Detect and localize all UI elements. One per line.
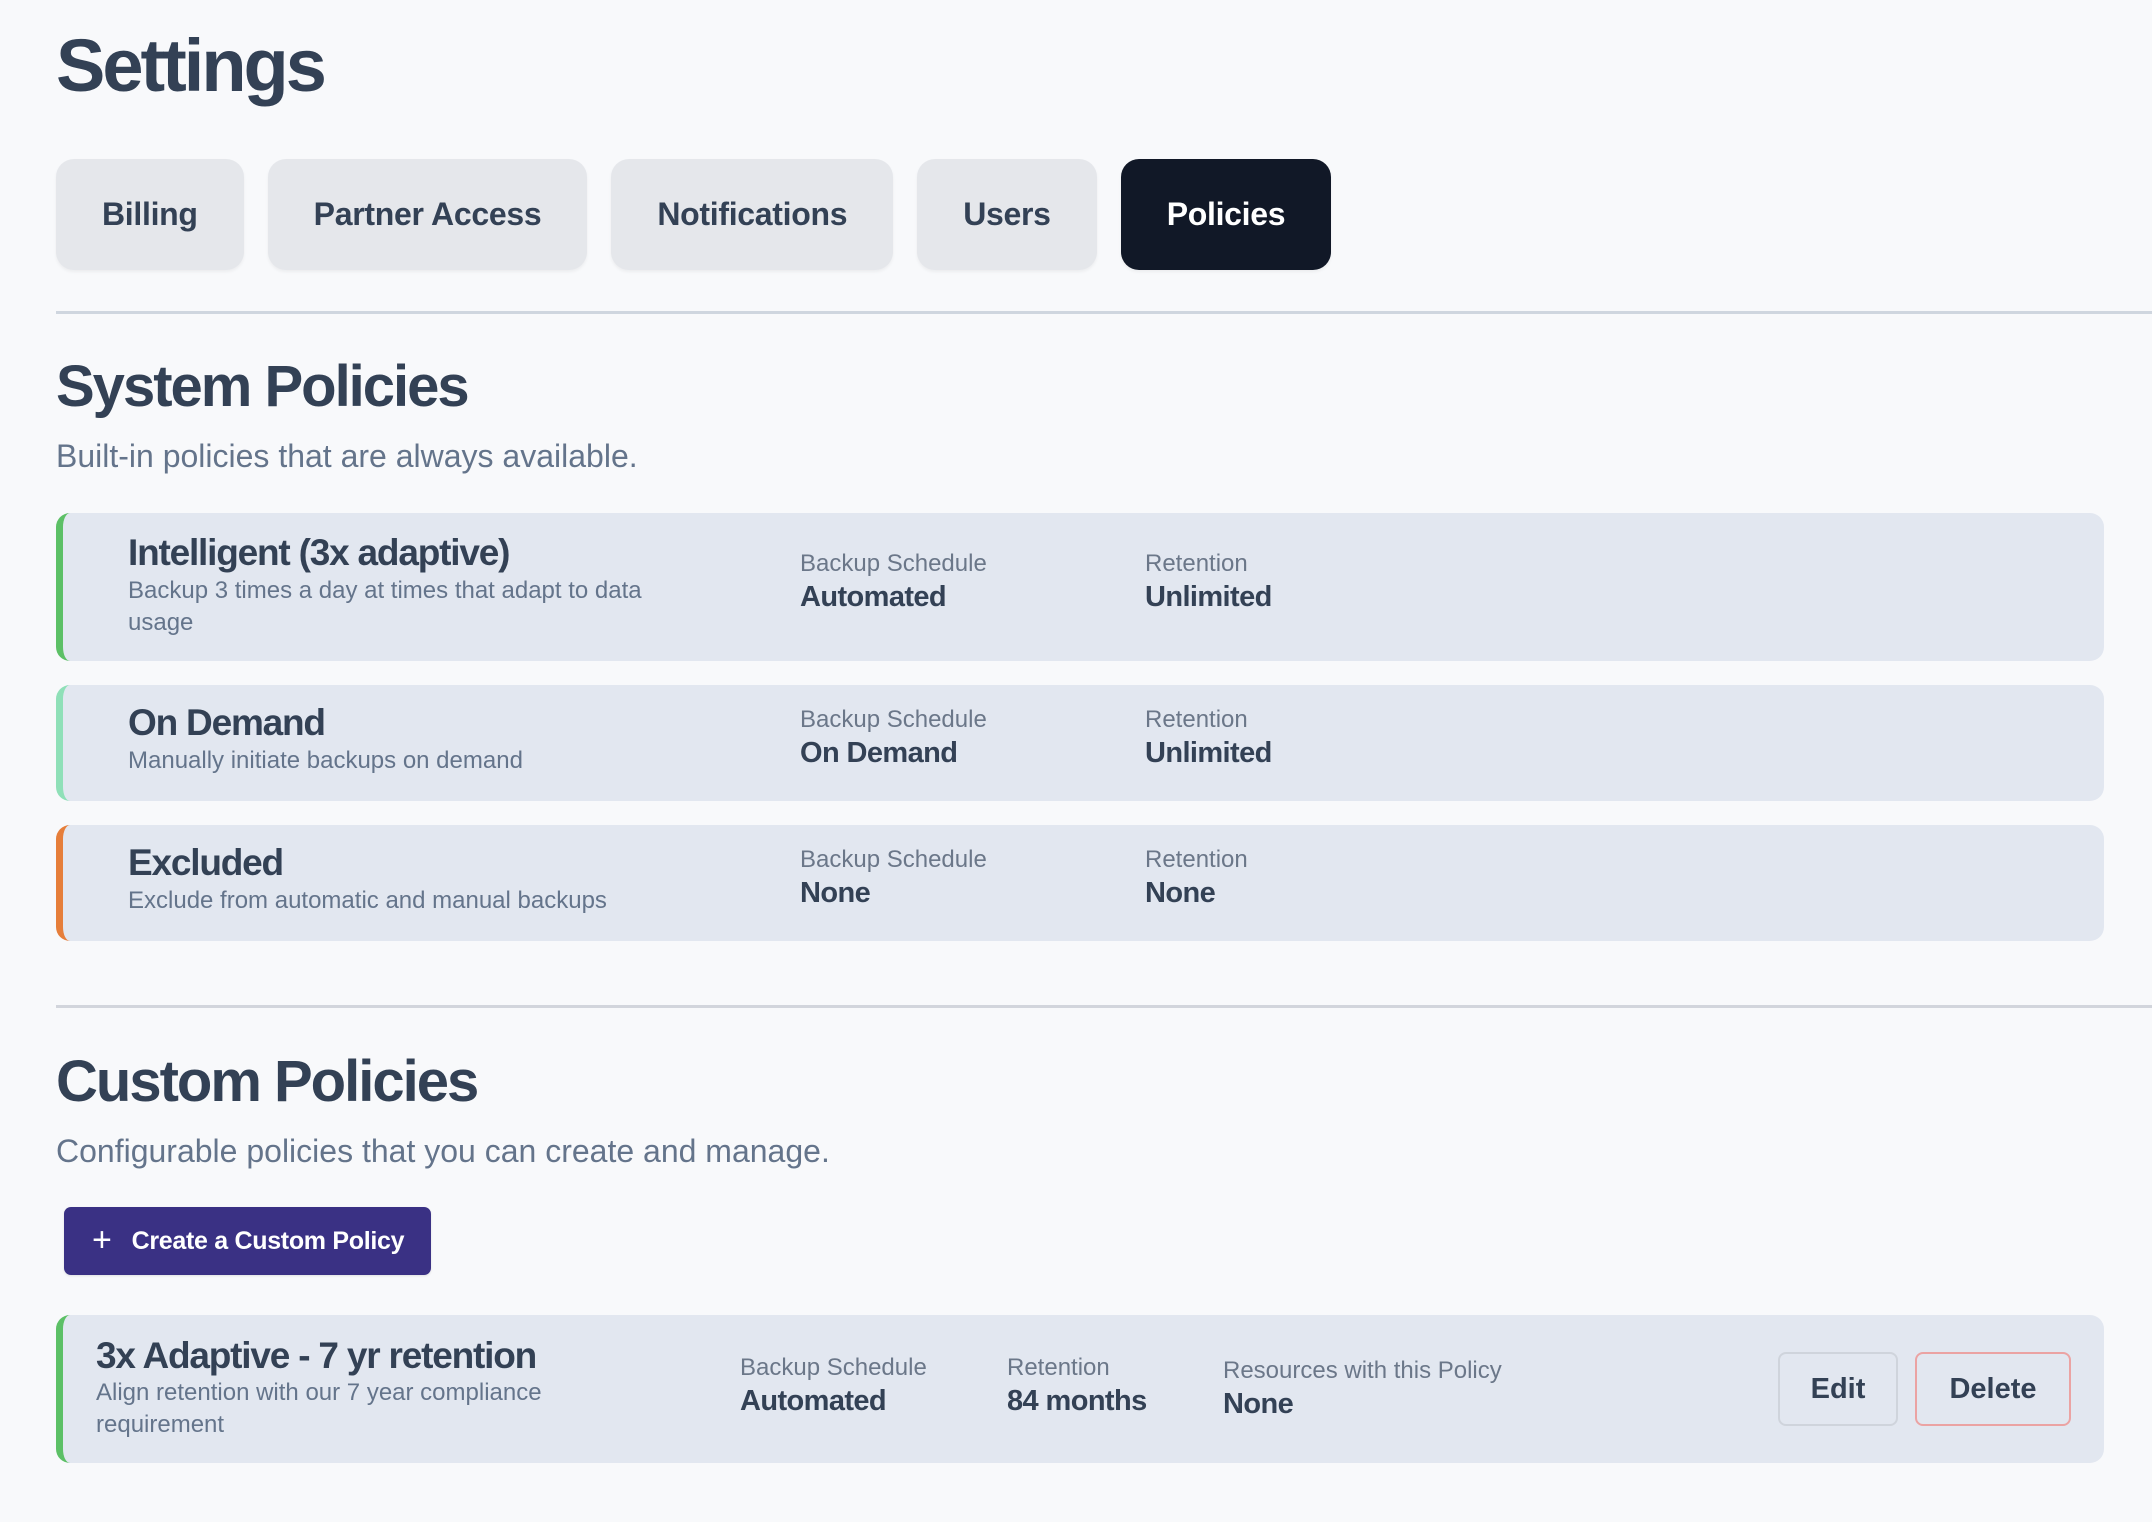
backup-schedule-field: Backup Schedule Automated — [800, 549, 987, 615]
policy-name: Intelligent (3x adaptive) — [128, 532, 510, 573]
backup-schedule-label: Backup Schedule — [740, 1354, 927, 1381]
system-policies-subtitle: Built-in policies that are always availa… — [56, 438, 638, 474]
policy-name: On Demand — [128, 702, 326, 743]
backup-schedule-value: Automated — [740, 1385, 887, 1417]
tab-users[interactable]: Users — [917, 159, 1097, 270]
tab-policies[interactable]: Policies — [1120, 159, 1332, 270]
retention-value: None — [1145, 877, 1216, 909]
create-custom-policy-label: Create a Custom Policy — [131, 1226, 405, 1255]
settings-page: Settings Billing Partner Access Notifica… — [0, 0, 2152, 1522]
edit-button[interactable]: Edit — [1778, 1352, 1898, 1426]
resources-label: Resources with this Policy — [1223, 1357, 1502, 1384]
retention-value: Unlimited — [1145, 581, 1272, 613]
retention-value: 84 months — [1007, 1385, 1147, 1417]
backup-schedule-field: Backup Schedule None — [800, 845, 987, 911]
section-divider — [56, 1005, 2152, 1008]
policy-description: Manually initiate backups on demand — [128, 747, 523, 774]
backup-schedule-value: Automated — [800, 581, 947, 613]
system-policy-card-intelligent: Intelligent (3x adaptive) Backup 3 times… — [56, 513, 2104, 661]
backup-schedule-value: None — [800, 877, 871, 909]
backup-schedule-label: Backup Schedule — [800, 550, 987, 577]
policy-name: Excluded — [128, 842, 284, 883]
tab-partner-access[interactable]: Partner Access — [267, 159, 588, 270]
resources-value: None — [1223, 1388, 1294, 1420]
system-policy-card-on-demand: On Demand Manually initiate backups on d… — [56, 685, 2104, 801]
policy-description: Backup 3 times a day at times that adapt… — [128, 577, 642, 636]
retention-field: Retention 84 months — [1007, 1353, 1147, 1419]
retention-field: Retention Unlimited — [1145, 705, 1272, 771]
custom-policies-title: Custom Policies — [56, 1049, 479, 1114]
backup-schedule-value: On Demand — [800, 737, 958, 769]
tab-notifications[interactable]: Notifications — [611, 159, 894, 270]
delete-button[interactable]: Delete — [1915, 1352, 2071, 1426]
retention-label: Retention — [1145, 550, 1248, 577]
retention-field: Retention None — [1145, 845, 1248, 911]
tabs-divider — [56, 311, 2152, 314]
system-policy-card-excluded: Excluded Exclude from automatic and manu… — [56, 825, 2104, 941]
custom-policy-card: 3x Adaptive - 7 yr retention Align reten… — [56, 1315, 2104, 1463]
custom-policies-subtitle: Configurable policies that you can creat… — [56, 1133, 830, 1169]
create-custom-policy-button[interactable]: + Create a Custom Policy — [64, 1207, 431, 1275]
retention-label: Retention — [1145, 846, 1248, 873]
policy-description: Align retention with our 7 year complian… — [96, 1379, 542, 1438]
policy-name: 3x Adaptive - 7 yr retention — [96, 1335, 537, 1376]
settings-tabs: Billing Partner Access Notifications Use… — [56, 159, 1332, 270]
plus-icon: + — [92, 1220, 112, 1259]
retention-field: Retention Unlimited — [1145, 549, 1272, 615]
policy-description: Exclude from automatic and manual backup… — [128, 887, 607, 914]
system-policies-title: System Policies — [56, 354, 470, 419]
retention-value: Unlimited — [1145, 737, 1272, 769]
page-title: Settings — [56, 24, 327, 107]
backup-schedule-label: Backup Schedule — [800, 706, 987, 733]
retention-label: Retention — [1145, 706, 1248, 733]
backup-schedule-field: Backup Schedule Automated — [740, 1353, 927, 1419]
backup-schedule-field: Backup Schedule On Demand — [800, 705, 987, 771]
retention-label: Retention — [1007, 1354, 1110, 1381]
backup-schedule-label: Backup Schedule — [800, 846, 987, 873]
tab-billing[interactable]: Billing — [56, 159, 244, 270]
resources-field: Resources with this Policy None — [1223, 1356, 1502, 1422]
